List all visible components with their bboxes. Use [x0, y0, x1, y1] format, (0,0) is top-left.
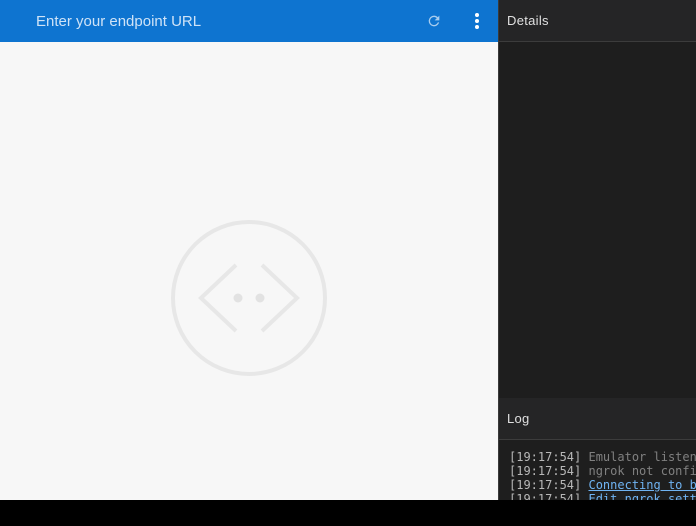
- details-panel-body: [499, 42, 696, 398]
- log-timestamp: [19:17:54]: [509, 450, 582, 464]
- bot-placeholder-icon: [171, 220, 327, 376]
- log-entry: [19:17:54] Connecting to b: [509, 478, 696, 492]
- endpoint-url-input[interactable]: [24, 8, 408, 34]
- log-message: ngrok not confi: [588, 464, 696, 478]
- log-entry: [19:17:54] Emulator listen: [509, 450, 696, 464]
- screen-bottom-edge: [0, 500, 696, 526]
- log-timestamp: [19:17:54]: [509, 492, 582, 500]
- more-vertical-icon: [475, 13, 479, 29]
- refresh-icon: [428, 15, 440, 27]
- conversation-pane: [0, 0, 498, 500]
- emulator-window: Details Log [19:17:54] Emulator listen […: [0, 0, 696, 500]
- inspector-pane: Details Log [19:17:54] Emulator listen […: [498, 0, 696, 500]
- log-message: Emulator listen: [588, 450, 696, 464]
- log-entry: [19:17:54] Edit ngrok sett: [509, 492, 696, 500]
- refresh-button[interactable]: [422, 9, 446, 33]
- log-panel-header: Log: [499, 398, 696, 440]
- log-timestamp: [19:17:54]: [509, 464, 582, 478]
- details-panel-header: Details: [499, 0, 696, 42]
- log-panel-title: Log: [507, 411, 530, 426]
- log-panel-body: [19:17:54] Emulator listen [19:17:54] ng…: [499, 440, 696, 500]
- more-options-button[interactable]: [466, 9, 488, 33]
- log-entry: [19:17:54] ngrok not confi: [509, 464, 696, 478]
- log-link-connecting[interactable]: Connecting to b: [588, 478, 696, 492]
- log-link-edit-ngrok-settings[interactable]: Edit ngrok sett: [588, 492, 696, 500]
- details-panel-title: Details: [507, 13, 549, 28]
- address-bar: [0, 0, 498, 42]
- log-timestamp: [19:17:54]: [509, 478, 582, 492]
